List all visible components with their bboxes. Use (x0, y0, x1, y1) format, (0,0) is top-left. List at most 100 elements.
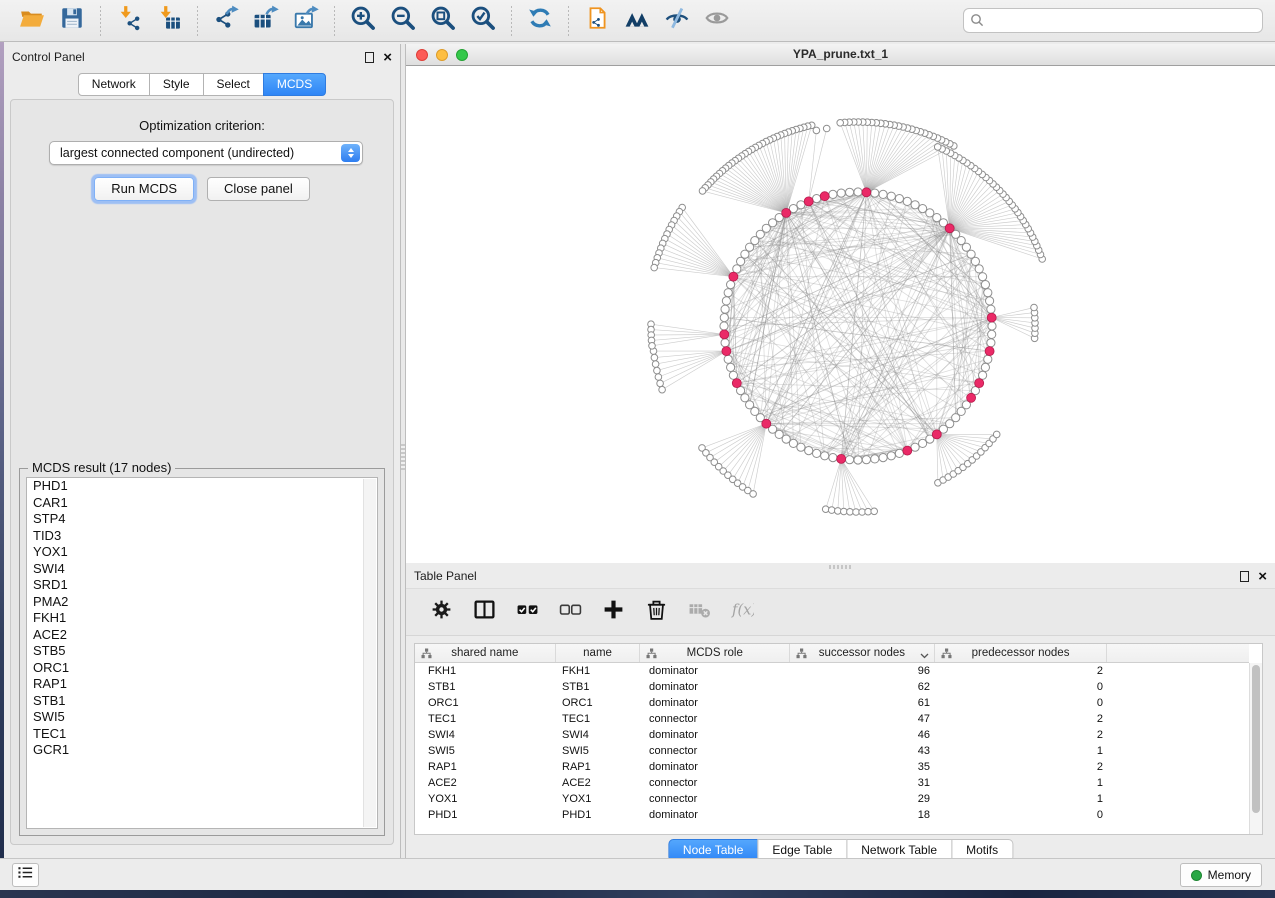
column-header-name[interactable]: name (556, 644, 641, 662)
column-label: successor nodes (819, 647, 905, 659)
memory-button[interactable]: Memory (1180, 863, 1262, 887)
hide-graphics-details-button[interactable] (660, 4, 694, 38)
optimization-criterion-dropdown[interactable]: largest connected component (undirected) (49, 141, 363, 165)
table-row-ACE2[interactable]: ACE2ACE2connector311 (415, 775, 1249, 791)
eye-slash-icon (664, 5, 690, 36)
mcds-result-item[interactable]: YOX1 (27, 544, 377, 561)
cell-successor-nodes: 43 (791, 743, 936, 759)
table-row-STB1[interactable]: STB1STB1dominator620 (415, 679, 1249, 695)
close-table-panel-icon[interactable]: × (1258, 571, 1267, 582)
zoom-in-button[interactable] (346, 4, 380, 38)
table-row-SWI5[interactable]: SWI5SWI5connector431 (415, 743, 1249, 759)
mcds-result-list[interactable]: PHD1CAR1STP4TID3YOX1SWI4SRD1PMA2FKH1ACE2… (26, 477, 378, 829)
table-row-FKH1[interactable]: FKH1FKH1dominator962 (415, 663, 1249, 679)
mcds-result-item[interactable]: TEC1 (27, 726, 377, 743)
cell-predecessor-nodes: 2 (936, 711, 1109, 727)
import-table-button[interactable] (152, 4, 186, 38)
cell-shared-name: FKH1 (415, 663, 556, 679)
table-header-row: shared namenameMCDS role successor nodes p… (415, 644, 1249, 663)
cell-predecessor-nodes: 2 (936, 759, 1109, 775)
cell-successor-nodes: 18 (791, 807, 936, 823)
mcds-tab-content: Optimization criterion: largest connecte… (10, 99, 394, 845)
float-panel-icon[interactable] (365, 52, 374, 63)
column-header-shared-name[interactable]: shared name (415, 644, 556, 662)
mcds-result-item[interactable]: RAP1 (27, 676, 377, 693)
status-bar: Memory (0, 858, 1275, 890)
mcds-result-item[interactable]: SWI5 (27, 709, 377, 726)
close-panel-icon[interactable]: × (383, 52, 392, 63)
close-panel-button[interactable]: Close panel (207, 177, 310, 201)
cell-successor-nodes: 31 (791, 775, 936, 791)
mcds-result-item[interactable]: STP4 (27, 511, 377, 528)
delete-icon (645, 598, 668, 626)
table-row-TEC1[interactable]: TEC1TEC1connector472 (415, 711, 1249, 727)
select-all-rows-button[interactable] (514, 599, 540, 625)
table-row-ORC1[interactable]: ORC1ORC1dominator610 (415, 695, 1249, 711)
splitter-grip[interactable] (401, 444, 405, 470)
tab-mcds[interactable]: MCDS (263, 73, 326, 96)
deselect-all-rows-button[interactable] (557, 599, 583, 625)
mcds-result-item[interactable]: ORC1 (27, 660, 377, 677)
mcds-result-item[interactable]: SWI4 (27, 561, 377, 578)
attribute-icon (421, 648, 432, 662)
zoom-fit-button[interactable] (426, 4, 460, 38)
table-row-PHD1[interactable]: PHD1PHD1dominator180 (415, 807, 1249, 823)
import-network-icon (116, 5, 142, 36)
mcds-result-item[interactable]: PHD1 (27, 478, 377, 495)
mcds-result-item[interactable]: TID3 (27, 528, 377, 545)
mcds-result-item[interactable]: SRD1 (27, 577, 377, 594)
open-session-button[interactable] (15, 4, 49, 38)
tab-select[interactable]: Select (203, 73, 264, 96)
mcds-result-item[interactable]: GCR1 (27, 742, 377, 759)
search-input[interactable] (963, 8, 1263, 33)
network-graph[interactable] (406, 66, 1275, 563)
check-all-icon (516, 598, 539, 626)
mcds-result-item[interactable]: PMA2 (27, 594, 377, 611)
export-image-button[interactable] (289, 4, 323, 38)
list-icon (17, 864, 34, 886)
result-list-scrollbar[interactable] (363, 479, 376, 827)
control-panel: Control Panel × NetworkStyleSelectMCDS O… (4, 44, 400, 858)
mcds-result-item[interactable]: STB5 (27, 643, 377, 660)
cell-name: RAP1 (556, 759, 641, 775)
table-settings-button[interactable] (428, 599, 454, 625)
mcds-result-item[interactable]: ACE2 (27, 627, 377, 644)
column-header-successor-nodes[interactable]: successor nodes (790, 644, 935, 662)
table-row-RAP1[interactable]: RAP1RAP1dominator352 (415, 759, 1249, 775)
cell-MCDS-role: dominator (641, 727, 791, 743)
task-history-button[interactable] (12, 863, 39, 887)
refresh-layout-button[interactable] (523, 4, 557, 38)
cell-successor-nodes: 61 (791, 695, 936, 711)
add-icon (602, 598, 625, 626)
zoom-out-button[interactable] (386, 4, 420, 38)
run-mcds-button[interactable]: Run MCDS (94, 177, 194, 201)
float-table-panel-icon[interactable] (1240, 571, 1249, 582)
export-table-button[interactable] (249, 4, 283, 38)
tab-style[interactable]: Style (149, 73, 204, 96)
gear-icon (430, 598, 453, 626)
column-header-predecessor-nodes[interactable]: predecessor nodes (935, 644, 1108, 662)
delete-column-button[interactable] (643, 599, 669, 625)
cell-MCDS-role: connector (641, 743, 791, 759)
network-titlebar[interactable]: YPA_prune.txt_1 (406, 44, 1275, 66)
mcds-result-item[interactable]: FKH1 (27, 610, 377, 627)
cell-shared-name: RAP1 (415, 759, 556, 775)
add-column-button[interactable] (600, 599, 626, 625)
table-scrollbar[interactable] (1249, 663, 1262, 834)
network-snapshot-button[interactable] (580, 4, 614, 38)
mcds-result-item[interactable]: STB1 (27, 693, 377, 710)
mcds-result-item[interactable]: CAR1 (27, 495, 377, 512)
save-session-button[interactable] (55, 4, 89, 38)
column-header-MCDS-role[interactable]: MCDS role (640, 644, 790, 662)
zoom-selected-button[interactable] (466, 4, 500, 38)
toggle-panel-layout-button[interactable] (471, 599, 497, 625)
network-canvas[interactable] (406, 66, 1275, 563)
birdseye-view-button[interactable] (620, 4, 654, 38)
table-scrollbar-thumb[interactable] (1252, 665, 1260, 813)
tab-network[interactable]: Network (78, 73, 150, 96)
table-row-SWI4[interactable]: SWI4SWI4dominator462 (415, 727, 1249, 743)
import-network-button[interactable] (112, 4, 146, 38)
cell-name: SWI4 (556, 727, 641, 743)
table-row-YOX1[interactable]: YOX1YOX1connector291 (415, 791, 1249, 807)
export-network-button[interactable] (209, 4, 243, 38)
